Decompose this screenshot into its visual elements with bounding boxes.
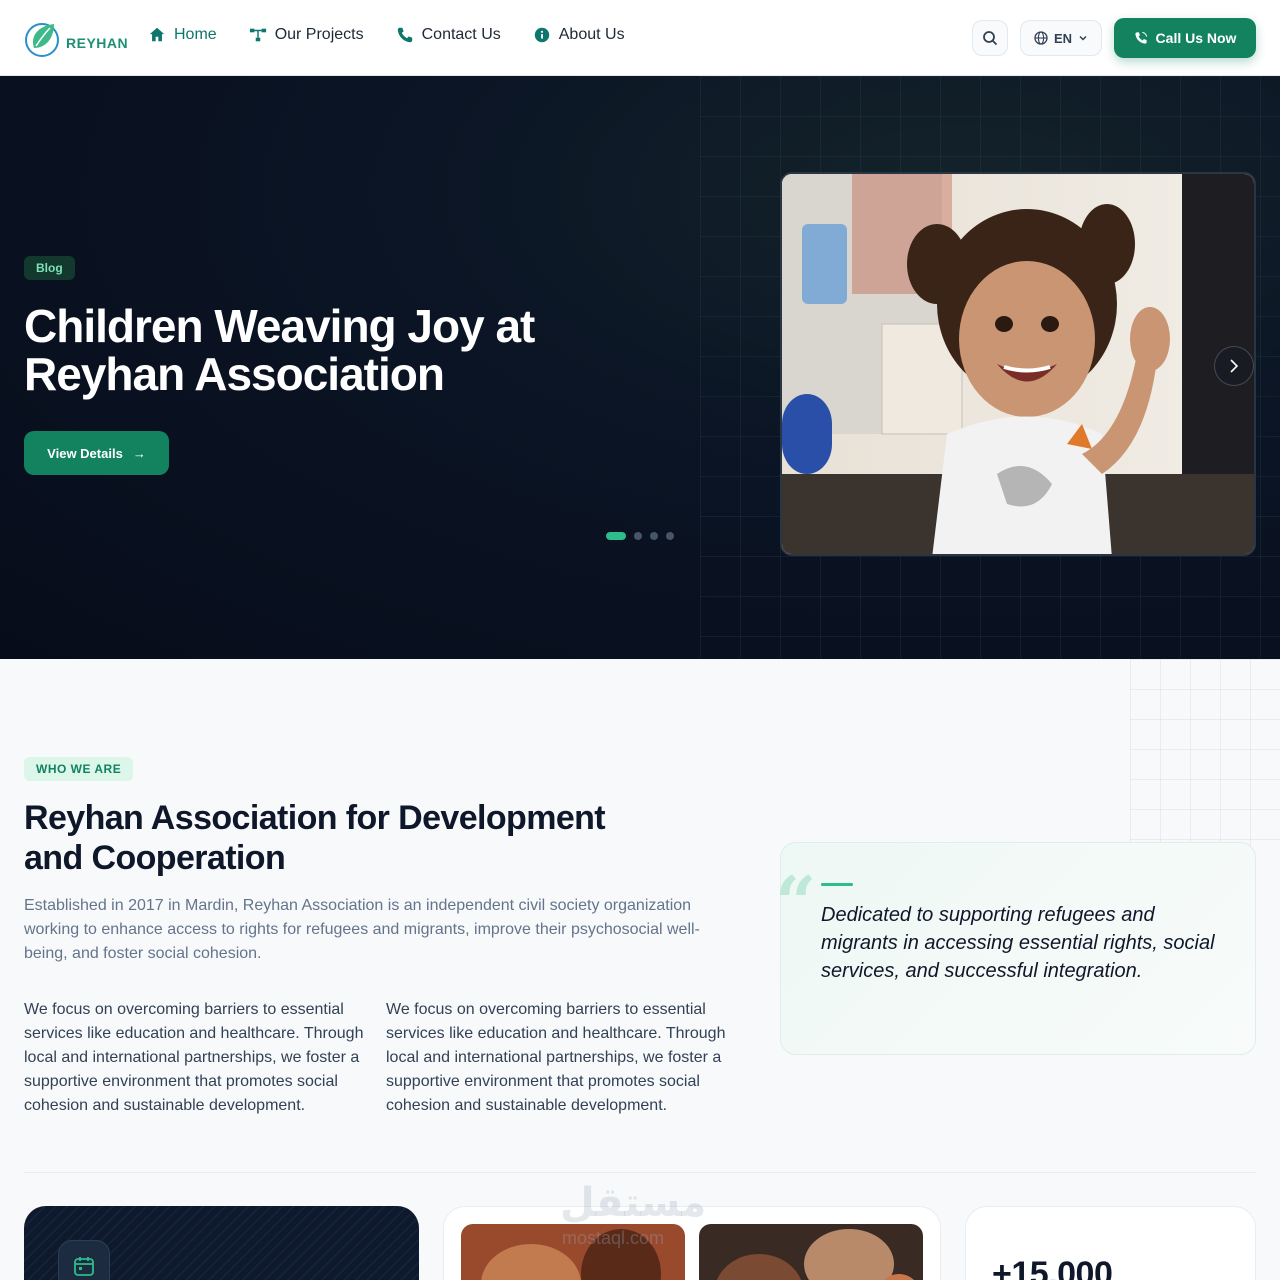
phone-icon	[397, 27, 412, 43]
about-grid-pattern	[1130, 659, 1280, 859]
about-lead-paragraph: Established in 2017 in Mardin, Reyhan As…	[24, 897, 700, 962]
chevron-right-icon	[1230, 359, 1239, 373]
quote-accent-line	[821, 883, 853, 886]
arrow-right-icon: →	[132, 445, 146, 461]
about-title-line1: Reyhan Association for Development	[24, 799, 606, 837]
about-column-2: We focus on overcoming barriers to essen…	[386, 1001, 726, 1114]
gallery-photo-2	[699, 1224, 923, 1280]
language-code: EN	[1053, 30, 1073, 46]
view-details-button[interactable]: View Details →	[24, 431, 169, 475]
chevron-down-icon	[1079, 35, 1087, 41]
slider-dot-4[interactable]	[666, 532, 674, 540]
search-button[interactable]	[972, 20, 1008, 56]
calendar-icon-wrap	[58, 1240, 110, 1280]
nav-our-projects-label: Our Projects	[274, 26, 364, 43]
nav-contact-us[interactable]: Contact Us	[396, 26, 501, 44]
logo-text: REYHAN	[66, 35, 129, 51]
section-divider	[24, 1172, 1256, 1173]
slider-dot-1[interactable]	[606, 532, 626, 540]
site-header: REYHAN Home Our Projects Contact Us Abou…	[0, 0, 1280, 76]
watermark: مستقل	[560, 1181, 707, 1225]
mission-quote: Dedicated to supporting refugees and mig…	[821, 904, 1215, 982]
hero-category-badge: Blog	[24, 256, 75, 280]
slider-dot-2[interactable]	[634, 532, 642, 540]
nav-home[interactable]: Home	[148, 26, 217, 44]
slider-next-button[interactable]	[1214, 346, 1254, 386]
nav-about-us-label: About Us	[558, 26, 625, 43]
nav-our-projects[interactable]: Our Projects	[249, 26, 364, 44]
hero-slider: Blog Children Weaving Joy at Reyhan Asso…	[0, 76, 1280, 659]
search-icon	[983, 31, 998, 46]
mission-quote-card: “ Dedicated to supporting refugees and m…	[775, 842, 1256, 1055]
hero-title-line2: Reyhan Association	[24, 348, 445, 400]
about-title-line2: and Cooperation	[24, 839, 286, 877]
hero-title-line1: Children Weaving Joy at	[24, 300, 535, 352]
phone-call-icon	[1134, 31, 1147, 44]
leaf-logo-icon	[25, 23, 59, 57]
call-us-now-label: Call Us Now	[1155, 30, 1237, 46]
home-icon	[149, 27, 165, 42]
nav-contact-us-label: Contact Us	[421, 26, 501, 43]
quote-icon: “	[775, 860, 817, 945]
info-icon	[534, 27, 549, 43]
stat-card: +15,000	[965, 1206, 1256, 1280]
about-title: Reyhan Association for Development and C…	[24, 798, 704, 878]
call-us-now-button[interactable]: Call Us Now	[1114, 18, 1256, 58]
slider-pagination	[606, 532, 674, 540]
projects-icon	[249, 28, 266, 42]
stat-number: +15,000	[992, 1255, 1113, 1280]
watermark-url: mostaql.com	[562, 1228, 665, 1248]
section-badge: WHO WE ARE	[24, 757, 134, 781]
logo[interactable]: REYHAN	[24, 18, 128, 58]
view-details-label: View Details	[47, 445, 123, 461]
language-selector[interactable]: EN	[1020, 20, 1102, 56]
child-photo-illustration	[782, 174, 1254, 554]
hero-image	[780, 172, 1256, 556]
main-nav: Home Our Projects Contact Us About Us	[148, 26, 625, 44]
hero-title: Children Weaving Joy at Reyhan Associati…	[24, 302, 644, 398]
nav-about-us[interactable]: About Us	[533, 26, 625, 44]
nav-home-label: Home	[174, 26, 217, 43]
gallery-photo-2-image	[699, 1224, 923, 1280]
slider-dot-3[interactable]	[650, 532, 658, 540]
globe-icon	[1034, 31, 1048, 45]
about-column-1: We focus on overcoming barriers to essen…	[24, 1001, 364, 1114]
events-card[interactable]	[24, 1206, 419, 1280]
calendar-icon	[74, 1257, 94, 1276]
